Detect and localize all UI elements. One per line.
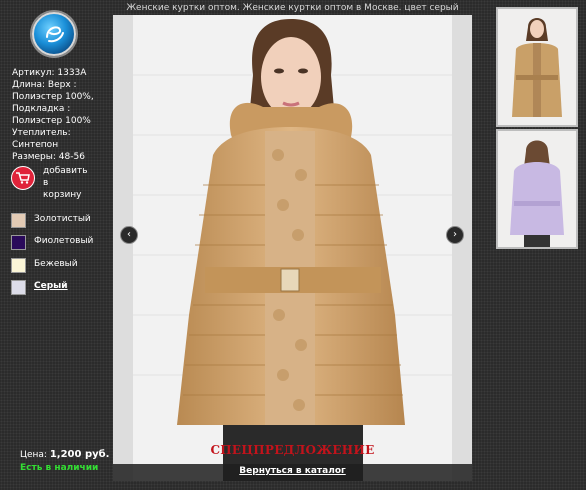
thumbnail-image [498,131,576,247]
spec-line: Полиэстер 100%, [12,92,94,102]
spec-line: Синтепон [12,140,59,150]
color-swatch [11,280,26,295]
stock-status: Есть в наличии [20,463,99,473]
thumbnail-lilac[interactable] [496,129,578,249]
spec-line: Полиэстер 100% [12,116,91,126]
back-to-catalog-link[interactable]: Вернуться в каталог [113,466,472,476]
jacket-model-image [113,15,472,481]
chevron-left-icon[interactable]: ‹ [120,226,138,244]
spec-line: Утеплитель: [12,128,71,138]
color-option-violet[interactable]: Фиолетовый [11,234,111,250]
add-to-cart-button[interactable]: добавить в корзину [11,165,111,205]
chevron-right-icon[interactable]: › [446,226,464,244]
color-swatch [11,258,26,273]
cart-icon [11,166,35,190]
spec-line: Длина: Верх : [12,80,77,90]
color-option-grey[interactable]: Серый [11,279,111,295]
promo-text: СПЕЦПРЕДЛОЖЕНИЕ [210,443,375,457]
color-swatch [11,213,26,228]
photo-side-shade [113,15,133,481]
color-swatch [11,235,26,250]
spec-line: Размеры: 48-56 [12,152,85,162]
color-option-beige[interactable]: Бежевый [11,257,111,273]
price: Цена: 1,200 руб. [20,449,109,460]
color-label: Фиолетовый [34,236,94,246]
photo-side-shade [452,15,472,481]
spec-line: Артикул: 1333А [12,68,87,78]
product-info-panel: Артикул: 1333А Длина: Верх : Полиэстер 1… [0,0,112,490]
thumbnail-image [498,9,576,125]
color-option-golden[interactable]: Золотистый [11,212,111,228]
price-value: 1,200 руб. [49,449,110,460]
add-to-cart-label: добавить в корзину [43,166,88,200]
main-product-photo: ‹ › СПЕЦПРЕДЛОЖЕНИЕ Вернуться в каталог [113,15,472,481]
spec-line: Подкладка : [12,104,71,114]
product-specs: Артикул: 1333А Длина: Верх : Полиэстер 1… [12,67,112,163]
color-label: Золотистый [34,214,91,224]
brand-logo[interactable] [32,12,76,56]
color-label: Бежевый [34,259,78,269]
color-label-selected: Серый [34,281,68,291]
photo-bottom-bar: Вернуться в каталог [113,464,472,481]
thumbnail-golden[interactable] [496,7,578,127]
price-label: Цена: [20,450,47,460]
page-title: Женские куртки оптом. Женские куртки опт… [126,3,459,13]
